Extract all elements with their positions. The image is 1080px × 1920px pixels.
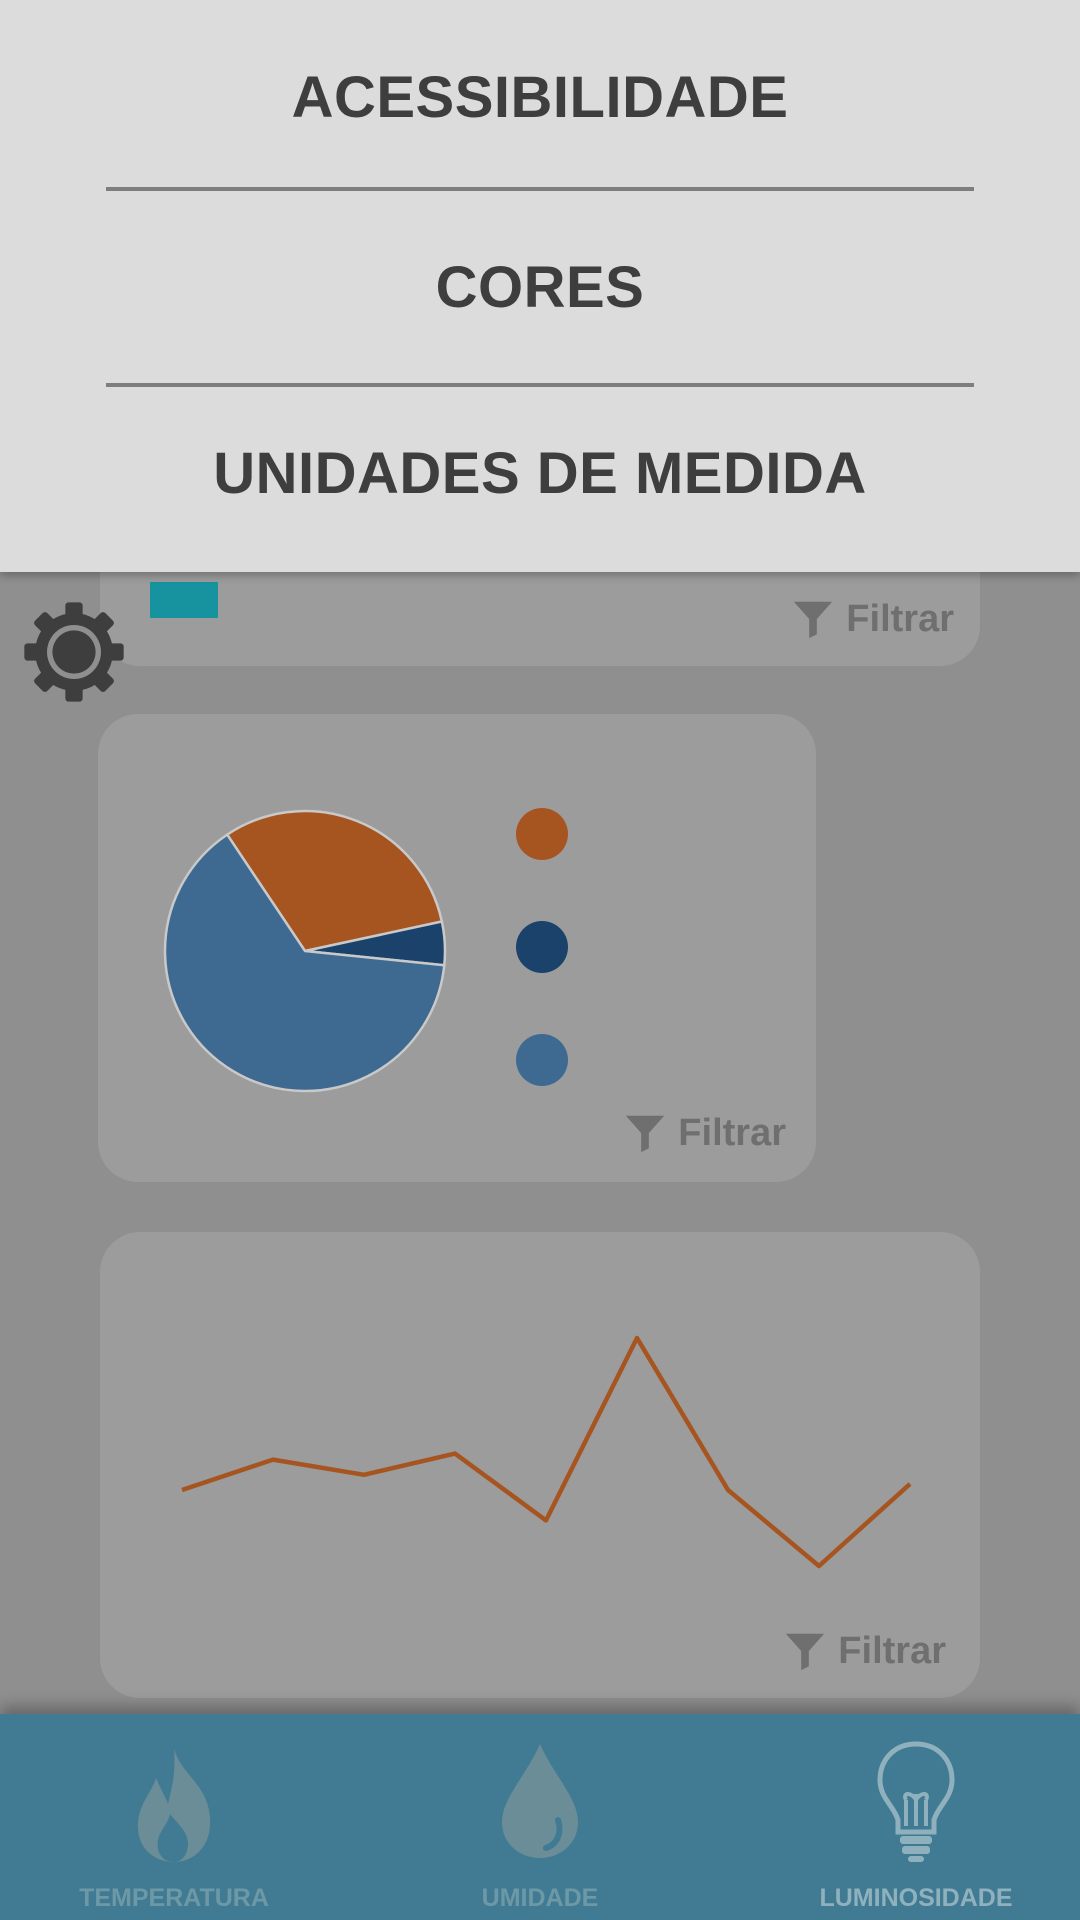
legend-dot-2: [516, 921, 568, 973]
menu-item-unidades-de-medida[interactable]: UNIDADES DE MEDIDA: [0, 440, 1080, 507]
pie-chart-card: Filtrar: [98, 714, 816, 1182]
line-chart: [181, 1335, 912, 1569]
nav-temperatura[interactable]: TEMPERATURA: [24, 1714, 324, 1920]
nav-luminosidade[interactable]: LUMINOSIDADE: [766, 1714, 1066, 1920]
lightbulb-icon: [877, 1741, 955, 1862]
filter-button[interactable]: Filtrar: [622, 1110, 786, 1156]
droplet-icon: [502, 1744, 578, 1858]
menu-item-acessibilidade[interactable]: ACESSIBILIDADE: [0, 64, 1080, 131]
legend-dot-1: [516, 808, 568, 860]
nav-label-umidade: UMIDADE: [481, 1884, 599, 1912]
settings-button[interactable]: [20, 598, 128, 706]
nav-label-temperatura: TEMPERATURA: [79, 1884, 269, 1912]
nav-umidade[interactable]: UMIDADE: [390, 1714, 690, 1920]
line-chart-card: Filtrar: [100, 1232, 980, 1698]
filter-button[interactable]: Filtrar: [790, 596, 954, 642]
filter-icon: [786, 1633, 825, 1671]
filter-icon: [794, 601, 833, 639]
menu-item-cores[interactable]: CORES: [0, 254, 1080, 321]
filter-label: Filtrar: [846, 597, 954, 640]
pie-chart: [163, 809, 447, 1093]
flame-icon: [137, 1748, 211, 1862]
menu-divider: [106, 383, 974, 387]
filter-label: Filtrar: [838, 1629, 946, 1672]
gear-icon: [24, 602, 124, 702]
legend-swatch: [150, 582, 218, 618]
settings-menu: ACESSIBILIDADE CORES UNIDADES DE MEDIDA: [0, 0, 1080, 572]
nav-label-luminosidade: LUMINOSIDADE: [819, 1884, 1013, 1912]
menu-divider: [106, 187, 974, 191]
line-series: [181, 1335, 912, 1569]
filter-label: Filtrar: [678, 1111, 786, 1154]
filter-icon: [626, 1115, 665, 1153]
filter-button[interactable]: Filtrar: [782, 1628, 946, 1674]
legend-dot-3: [516, 1034, 568, 1086]
bottom-nav: TEMPERATURA UMIDADE LUMINOSIDADE: [0, 1714, 1080, 1920]
